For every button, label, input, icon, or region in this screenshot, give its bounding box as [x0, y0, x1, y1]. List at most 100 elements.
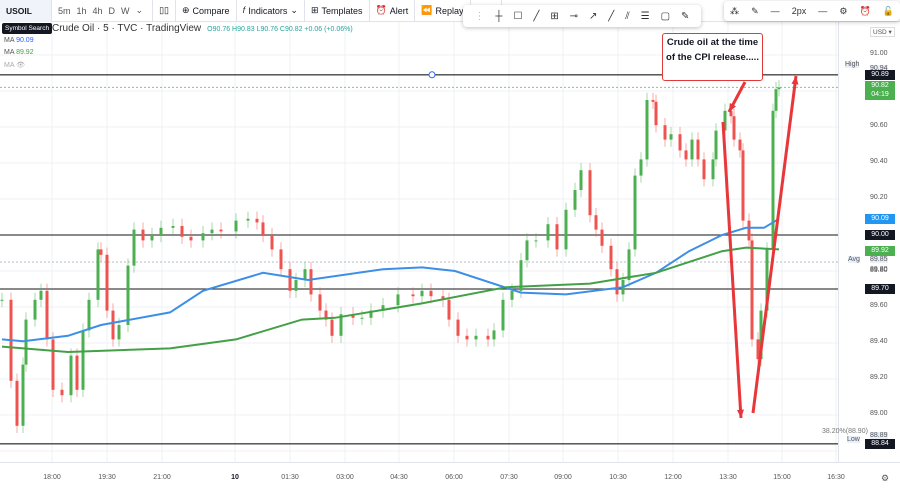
axis-settings-icon[interactable]: ⚙: [881, 473, 889, 484]
candle-up: [81, 330, 85, 390]
time-tick: 16:30: [827, 474, 845, 481]
drawing-tool-5-icon[interactable]: ⊸: [570, 11, 578, 22]
price-tick: 89.00: [870, 410, 888, 417]
chart-legend: Crude Oil · 5 · TVC · TradingView O90.76 …: [52, 23, 353, 34]
candle-up: [627, 249, 631, 280]
ma-label: MA: [4, 37, 15, 44]
eye-hidden-icon[interactable]: 👁: [16, 62, 25, 69]
candle-up: [573, 190, 577, 210]
candle-down: [486, 335, 490, 340]
drawing-tool-1-icon[interactable]: ┼: [495, 11, 502, 22]
ma-legend-3[interactable]: MA 👁: [4, 61, 25, 69]
candle-down: [270, 235, 274, 250]
candle-up: [774, 89, 778, 111]
candle-down: [465, 335, 469, 340]
ma-legend-2[interactable]: MA 89.92: [4, 49, 34, 56]
down-arrow-head: [736, 409, 744, 418]
candle-up: [501, 299, 505, 331]
candle-up: [645, 100, 649, 160]
style-tool-1-icon[interactable]: ✎: [751, 6, 759, 17]
countdown-label: 04:19: [865, 90, 895, 101]
drawing-tool-7-icon[interactable]: ╱: [608, 11, 614, 22]
candle-up: [771, 110, 775, 250]
candle-up: [0, 299, 4, 301]
price-axis-border: [838, 22, 839, 462]
candle-up: [510, 290, 514, 300]
style-tool-5-icon[interactable]: ⚙: [839, 6, 847, 17]
annotation-callout[interactable]: Crude oil at the time of the CPI release…: [662, 33, 763, 81]
candle-down: [180, 226, 184, 237]
candle-down: [696, 139, 700, 160]
time-tick: 06:00: [445, 474, 463, 481]
hline-price-label: 90.00: [865, 230, 895, 240]
time-tick: 03:00: [336, 474, 354, 481]
ma-label: MA: [4, 49, 15, 56]
candle-up: [132, 229, 136, 266]
candle-up: [201, 233, 205, 241]
candle-up: [711, 159, 715, 180]
price-tick: 89.40: [870, 338, 888, 345]
candle-down: [456, 319, 460, 336]
candle-down: [15, 380, 19, 426]
time-tick: 18:00: [43, 474, 61, 481]
ma-label: MA: [4, 62, 15, 69]
candle-down: [261, 222, 265, 235]
drawing-style-toolbar: ⁂ ✎ — 2px — ⚙ ⏰ 🔓: [724, 1, 900, 21]
candle-up: [492, 330, 496, 340]
candle-up: [69, 355, 73, 396]
drawing-tool-4-icon[interactable]: ⊞: [550, 11, 558, 22]
price-tick: 89.80: [870, 267, 888, 274]
price-tick: 89.60: [870, 302, 888, 309]
time-tick: 09:00: [554, 474, 572, 481]
candle-up: [579, 170, 583, 190]
style-tool-0-icon[interactable]: ⁂: [730, 6, 739, 17]
time-tick: 19:30: [98, 474, 116, 481]
drawing-tool-8-icon[interactable]: ⫽: [625, 11, 629, 22]
time-tick: 10:30: [609, 474, 627, 481]
candle-up: [150, 235, 154, 241]
ma-slow-price-label: 89.92: [865, 246, 895, 257]
candle-down: [609, 245, 613, 270]
candle-down: [411, 294, 415, 297]
price-tick: 90.40: [870, 158, 888, 165]
drawing-tool-11-icon[interactable]: ✎: [681, 11, 689, 22]
down-arrow: [721, 121, 743, 419]
high-label: High: [845, 60, 860, 68]
drawing-tool-3-icon[interactable]: ╱: [533, 11, 539, 22]
candle-down: [189, 236, 193, 241]
price-chart[interactable]: [0, 0, 900, 492]
ma-legend-1[interactable]: MA 90.09: [4, 37, 34, 44]
style-tool-7-icon[interactable]: 🔓: [883, 6, 894, 17]
candle-down: [99, 249, 103, 255]
candle-down: [732, 116, 736, 140]
candle-up: [246, 218, 250, 221]
candle-up: [420, 290, 424, 297]
style-tool-4-icon[interactable]: —: [818, 6, 827, 16]
drawing-tool-10-icon[interactable]: ▢: [661, 11, 670, 22]
drawing-tool-0-icon[interactable]: ⋮: [474, 11, 484, 22]
candle-up: [396, 294, 400, 306]
drawing-tool-2-icon[interactable]: ☐: [513, 11, 522, 22]
candle-up: [159, 227, 163, 235]
candle-down: [594, 215, 598, 230]
candle-down: [141, 229, 145, 241]
style-tool-6-icon[interactable]: ⏰: [859, 6, 870, 17]
candle-down: [600, 229, 604, 246]
time-tick: 10: [231, 474, 239, 481]
style-tool-3-icon[interactable]: 2px: [792, 6, 807, 16]
candle-down: [747, 220, 751, 241]
candle-up: [294, 280, 298, 291]
candle-down: [684, 150, 688, 160]
candle-down: [75, 355, 79, 390]
candle-up: [534, 240, 538, 242]
style-tool-2-icon[interactable]: —: [771, 6, 780, 16]
time-tick: 12:00: [664, 474, 682, 481]
drawing-tool-6-icon[interactable]: ↗: [589, 11, 597, 22]
candle-up: [24, 319, 28, 365]
fib-level-label: 38.20%(88.90): [822, 427, 868, 435]
ma-value: 89.92: [16, 49, 34, 56]
candle-up: [126, 265, 130, 325]
currency-dropdown[interactable]: USD ▾: [870, 27, 895, 37]
time-axis-border: [0, 462, 900, 463]
drawing-tool-9-icon[interactable]: ☰: [641, 11, 650, 22]
